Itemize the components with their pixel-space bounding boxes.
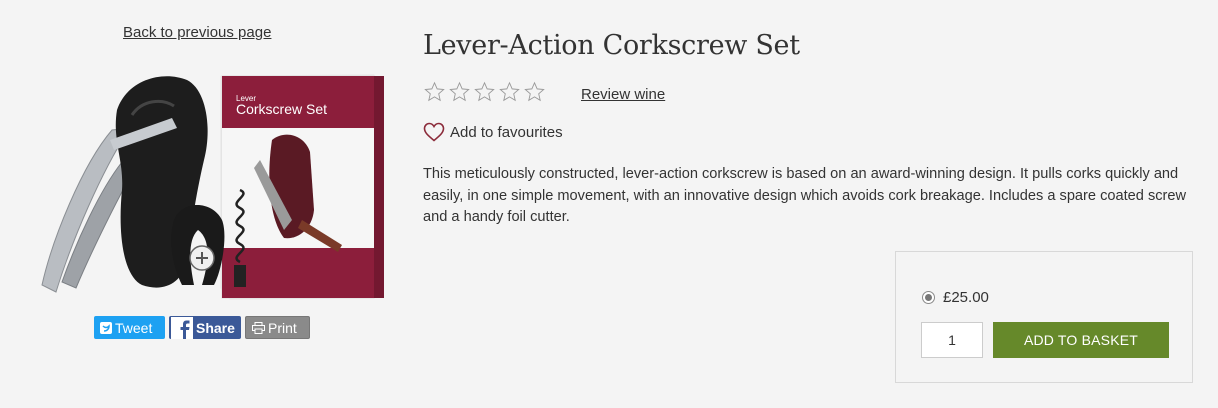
printer-icon xyxy=(252,321,265,334)
product-image[interactable]: Lever Corkscrew Set xyxy=(22,70,384,302)
star-icon[interactable] xyxy=(423,81,446,103)
facebook-share-button[interactable]: Share xyxy=(169,316,241,339)
purchase-box: £25.00 ADD TO BASKET xyxy=(895,251,1193,383)
print-label: Print xyxy=(268,319,297,336)
add-to-basket-button[interactable]: ADD TO BASKET xyxy=(993,322,1169,358)
facebook-icon xyxy=(171,316,193,339)
favourites-label: Add to favourites xyxy=(450,123,563,141)
product-description: This meticulously constructed, lever-act… xyxy=(423,166,1187,225)
back-to-previous-link[interactable]: Back to previous page xyxy=(123,24,271,41)
share-label: Share xyxy=(196,319,235,336)
star-icon[interactable] xyxy=(473,81,496,103)
add-to-favourites[interactable]: Add to favourites xyxy=(423,122,563,142)
heart-icon xyxy=(423,122,445,142)
star-icon[interactable] xyxy=(498,81,521,103)
price-label: £25.00 xyxy=(943,289,989,306)
quantity-input[interactable] xyxy=(921,322,983,358)
review-wine-link[interactable]: Review wine xyxy=(581,86,665,103)
tweet-button[interactable]: Tweet xyxy=(94,316,165,339)
corkscrew-graphic xyxy=(41,76,246,293)
price-option[interactable]: £25.00 xyxy=(922,289,989,306)
share-buttons: Tweet Share Print xyxy=(94,316,310,339)
twitter-icon xyxy=(100,321,112,334)
print-button[interactable]: Print xyxy=(245,316,310,339)
star-icon[interactable] xyxy=(523,81,546,103)
rating-stars[interactable] xyxy=(423,81,546,103)
price-radio[interactable] xyxy=(922,291,935,304)
star-icon[interactable] xyxy=(448,81,471,103)
tweet-label: Tweet xyxy=(115,319,153,336)
product-title: Lever-Action Corkscrew Set xyxy=(423,30,800,61)
box-label: Corkscrew Set xyxy=(236,101,327,117)
